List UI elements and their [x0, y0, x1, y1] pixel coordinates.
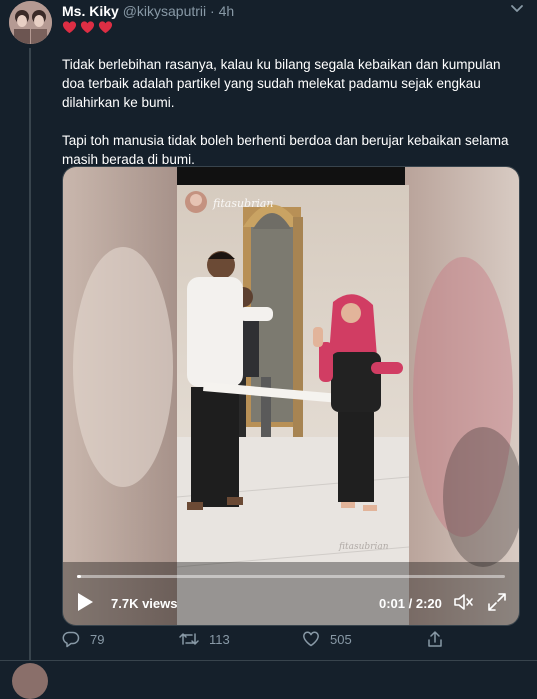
watermark-bottom: fitasubrian: [338, 542, 389, 552]
tweet-header: Ms. Kiky @kikysaputrii · 4h: [62, 2, 234, 20]
tweet-paragraph-1: Tidak berlebihan rasanya, kalau ku bilan…: [62, 57, 501, 110]
volume-icon[interactable]: [453, 592, 475, 612]
share-button[interactable]: [426, 630, 444, 648]
like-count: 505: [330, 631, 352, 647]
progress-bar[interactable]: [77, 575, 505, 578]
progress-fill: [77, 575, 82, 578]
heart-emoji-icon: [98, 21, 113, 34]
play-icon[interactable]: [76, 592, 94, 612]
heart-emoji-icon: [62, 21, 77, 34]
tweet[interactable]: Ms. Kiky @kikysaputrii · 4h Tidak berleb…: [0, 0, 537, 699]
fullscreen-icon[interactable]: [487, 592, 507, 612]
reply-icon: [62, 631, 80, 648]
retweet-icon: [179, 633, 199, 645]
video-frame: fitasubrian fitasubrian: [63, 167, 519, 625]
like-button[interactable]: 505: [302, 630, 352, 648]
current-time: 0:01: [379, 596, 406, 611]
separator-dot: ·: [210, 3, 215, 19]
heart-emojis: [62, 20, 113, 38]
duration: 2:20: [415, 596, 442, 611]
user-handle[interactable]: @kikysaputrii: [123, 3, 206, 19]
retweet-button[interactable]: 113: [179, 630, 230, 648]
tweet-actions: 79 113 505: [62, 630, 522, 652]
video-player[interactable]: fitasubrian fitasubrian 7.7K views 0:01 …: [62, 166, 520, 626]
display-name[interactable]: Ms. Kiky: [62, 3, 119, 19]
timestamp[interactable]: 4h: [219, 3, 235, 19]
avatar[interactable]: [9, 1, 52, 44]
tweet-divider: [0, 660, 537, 661]
watermark-top: fitasubrian: [212, 197, 274, 210]
reply-button[interactable]: 79: [62, 630, 104, 648]
video-timecode: 0:01 / 2:20: [379, 596, 442, 611]
heart-emoji-icon: [80, 21, 95, 34]
retweet-count: 113: [209, 631, 230, 647]
next-tweet-avatar[interactable]: [12, 663, 48, 699]
heart-icon: [303, 631, 319, 647]
time-separator: /: [405, 596, 416, 611]
share-icon: [428, 631, 442, 647]
thread-line: [29, 48, 31, 660]
chevron-down-icon[interactable]: [507, 0, 527, 18]
reply-count: 79: [90, 631, 105, 647]
tweet-paragraph-2: Tapi toh manusia tidak boleh berhenti be…: [62, 133, 509, 167]
view-count: 7.7K views: [111, 596, 178, 611]
tweet-text: Tidak berlebihan rasanya, kalau ku bilan…: [62, 55, 522, 169]
